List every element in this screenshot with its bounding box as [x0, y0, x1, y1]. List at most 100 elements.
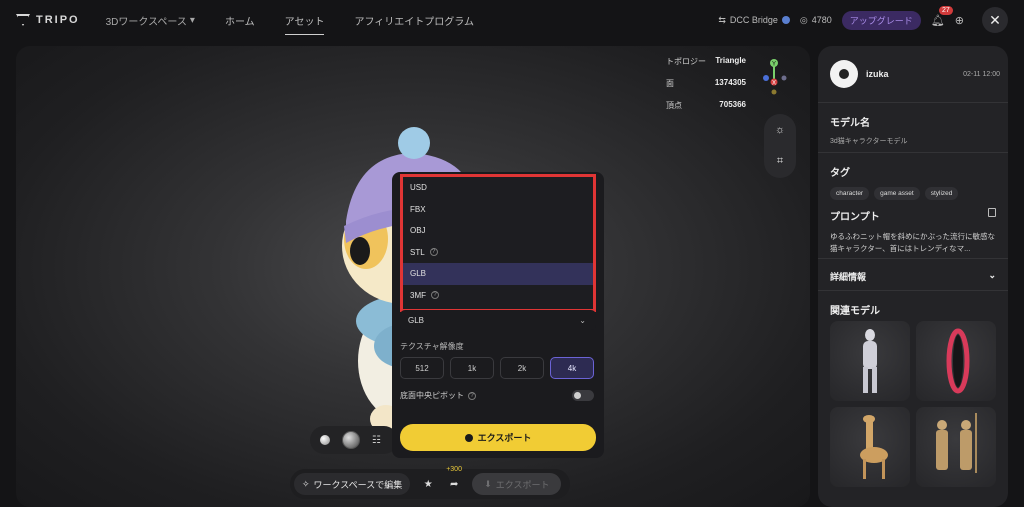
dcc-bridge-button[interactable]: ⇆ DCC Bridge: [718, 15, 790, 26]
favorite-star-icon[interactable]: ★: [420, 479, 436, 490]
help-icon[interactable]: ?: [429, 248, 438, 257]
format-dropdown-list: USD FBX OBJ STL? GLB 3MF?: [400, 174, 596, 312]
format-select-value: GLB: [408, 315, 425, 325]
grid-icon[interactable]: ⌗: [777, 155, 783, 168]
brand-name: TRIPO: [36, 14, 80, 26]
related-model-thumbnail[interactable]: [916, 407, 996, 487]
settings-sliders-icon[interactable]: ☷: [372, 435, 381, 446]
top-right-controls: ⇆ DCC Bridge ◎ 4780 アップグレード 🔔︎ 27 ⊕: [718, 0, 964, 40]
related-model-thumbnail[interactable]: [916, 321, 996, 401]
faces-row: 面 1374305: [666, 78, 746, 89]
format-option-stl[interactable]: STL?: [403, 242, 593, 264]
details-title: 詳細情報: [830, 272, 867, 282]
format-label: USD: [410, 183, 427, 193]
format-label: 3MF: [410, 290, 426, 300]
faces-value: 1374305: [714, 78, 746, 87]
credits-display: ◎ 4780: [800, 15, 832, 26]
texture-resolution-label: テクスチャ解像度: [400, 342, 464, 351]
related-model-thumbnail[interactable]: [830, 321, 910, 401]
tag-chip[interactable]: game asset: [874, 187, 920, 200]
export-button[interactable]: エクスポート: [400, 424, 596, 451]
nav-link-affiliate[interactable]: アフィリエイトプログラム: [354, 13, 474, 28]
model-info-panel: izuka 02-11 12:00 モデル名 3d猫キャラクターモデル タグ c…: [818, 46, 1008, 507]
edit-in-workspace-button[interactable]: ✧ ワークスペースで編集: [294, 473, 411, 495]
texture-option-4k[interactable]: 4k: [550, 357, 594, 379]
pivot-toggle[interactable]: [572, 390, 594, 401]
nav-link-assets[interactable]: アセット: [284, 13, 324, 35]
copy-icon[interactable]: [988, 208, 996, 217]
brand-logo[interactable]: TRIPO: [16, 14, 80, 26]
model-action-bar: ✧ ワークスペースで編集 ★ ➦ +300 ⬇ エクスポート: [290, 466, 570, 499]
tags-title: タグ: [830, 168, 850, 179]
download-icon: ⬇: [484, 478, 492, 489]
model-name-title: モデル名: [830, 118, 870, 129]
gizmo-x-label: X: [772, 81, 776, 87]
model-name-value: 3d猫キャラクターモデル: [830, 138, 908, 145]
workspace-dropdown[interactable]: 3Dワークスペース ▾: [106, 13, 195, 28]
notification-bell-icon[interactable]: 🔔︎ 27: [931, 5, 953, 27]
share-icon[interactable]: ➦ +300: [446, 466, 462, 490]
vertices-label: 頂点: [666, 101, 682, 110]
format-option-3mf[interactable]: 3MF?: [403, 285, 593, 307]
pivot-setting: 底面中央ピボット ?: [400, 390, 596, 401]
tag-list: character game asset stylized: [830, 187, 1000, 200]
user-row: izuka 02-11 12:00: [830, 60, 1000, 88]
format-option-usd[interactable]: USD: [403, 177, 593, 199]
format-label: OBJ: [410, 226, 426, 236]
nav-link-home[interactable]: ホーム: [225, 13, 255, 28]
lighting-icon[interactable]: ☼: [775, 124, 785, 136]
dcc-bridge-label: DCC Bridge: [729, 15, 778, 25]
texture-option-1k[interactable]: 1k: [450, 357, 494, 379]
globe-icon[interactable]: ⊕: [955, 14, 964, 27]
export-icon: [464, 433, 473, 442]
details-toggle[interactable]: 詳細情報 ⌄: [830, 270, 996, 283]
workspace-label: 3Dワークスペース: [105, 16, 187, 28]
textured-mode-icon[interactable]: [342, 431, 360, 449]
topology-value: Triangle: [715, 56, 746, 65]
export-button-label: エクスポート: [477, 433, 532, 443]
edit-in-workspace-label: ワークスペースで編集: [313, 479, 403, 490]
bridge-icon: ⇆: [718, 14, 726, 25]
username[interactable]: izuka: [866, 69, 889, 79]
user-icon: [839, 69, 849, 79]
format-label: GLB: [410, 269, 427, 279]
topology-row: トポロジー Triangle: [666, 56, 746, 67]
texture-resolution-options: 512 1k 2k 4k: [400, 357, 594, 379]
avatar[interactable]: [830, 60, 858, 88]
divider: [818, 102, 1008, 103]
tag-chip[interactable]: stylized: [924, 187, 959, 200]
created-date: 02-11 12:00: [963, 70, 1000, 78]
tag-chip[interactable]: character: [830, 187, 870, 200]
help-icon[interactable]: ?: [468, 391, 476, 400]
upgrade-button[interactable]: アップグレード: [841, 10, 921, 30]
prompt-text: ゆるふわニット帽を斜めにかぶった流行に敏感な猫キャラクター、首にはトレンディなマ…: [830, 232, 995, 253]
texture-option-2k[interactable]: 2k: [500, 357, 544, 379]
credits-value: 4780: [811, 15, 832, 25]
close-button[interactable]: ✕: [982, 7, 1008, 33]
axis-gizmo[interactable]: Y X: [762, 58, 794, 98]
giraffe-image: [860, 415, 888, 479]
chevron-down-icon: ⌄: [988, 270, 996, 280]
related-model-thumbnail[interactable]: [830, 407, 910, 487]
vertices-value: 705366: [719, 100, 746, 109]
credit-icon: ◎: [799, 14, 808, 25]
format-option-fbx[interactable]: FBX: [403, 199, 593, 221]
export-disabled-label: エクスポート: [495, 479, 550, 490]
shaded-mode-icon[interactable]: [320, 435, 330, 445]
divider: [818, 258, 1008, 259]
figure-image: [863, 329, 877, 393]
chevron-down-icon: ⌄: [579, 315, 586, 325]
vertices-row: 頂点 705366: [666, 100, 746, 111]
gizmo-y-label: Y: [772, 62, 776, 68]
chevron-down-icon: ▾: [189, 14, 195, 26]
texture-option-512[interactable]: 512: [400, 357, 444, 379]
help-icon[interactable]: ?: [431, 291, 439, 300]
figures-image: [936, 413, 977, 473]
format-select[interactable]: GLB ⌄: [400, 310, 596, 330]
format-option-obj[interactable]: OBJ: [403, 220, 593, 242]
format-option-glb[interactable]: GLB: [403, 263, 593, 285]
related-models-grid: [830, 321, 998, 487]
faces-label: 面: [666, 79, 674, 88]
topology-label: トポロジー: [666, 57, 706, 66]
model-name-section: モデル名 3d猫キャラクターモデル: [830, 114, 1000, 146]
